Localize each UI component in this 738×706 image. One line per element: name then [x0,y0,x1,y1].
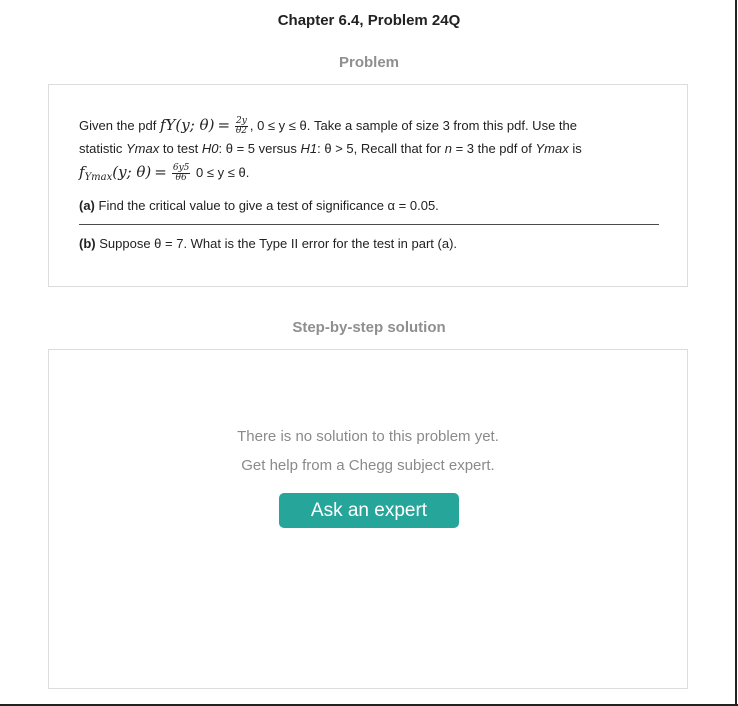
problem-intro-text: Given the pdf [79,118,157,133]
problem-line3-rest: 0 ≤ y ≤ θ. [196,165,250,180]
problem-line1-rest: 0 ≤ y ≤ θ. Take a sample of size 3 from … [257,118,577,133]
pdf-lhs: fY(y; θ) [159,116,215,134]
part-a: (a) Find the critical value to give a te… [79,198,439,213]
equals-sign-2: = [154,163,167,181]
part-b-label: (b) [79,236,96,251]
solution-card: There is no solution to this problem yet… [48,349,688,689]
solution-heading: Step-by-step solution [292,319,446,336]
text-h1-condition: : θ > 5, Recall that for [317,141,442,156]
problem-heading: Problem [338,54,399,71]
ymax-pdf-subscript: Ymax [84,172,113,183]
var-n: n [444,141,452,156]
part-divider [79,224,659,225]
pdf-denominator: θ2 [235,126,248,137]
ymax-pdf-lhs: fYmax(y; θ) [79,163,152,183]
problem-card: Given the pdf fY(y; θ) = 2y θ2, 0 ≤ y ≤ θ. … [48,84,688,287]
problem-line-1: Given the pdf fY(y; θ) = 2y θ2, 0 ≤ y ≤ θ. … [79,116,577,137]
part-b-text: Suppose θ = 7. What is the Type II error… [99,236,458,251]
text-is: is [572,141,582,156]
part-a-text: Find the critical value to give a test o… [98,198,439,213]
text-n-equals: = 3 the pdf of [455,141,532,156]
part-b: (b) Suppose θ = 7. What is the Type II e… [79,236,457,251]
ymax-pdf-denominator: θ6 [175,173,187,184]
ymax-pdf-args: (y; θ) [112,163,152,181]
equals-sign: = [217,116,231,134]
window-border-right [735,0,737,706]
no-solution-message: There is no solution to this problem yet… [237,428,499,445]
var-ymax: Ymax [125,141,160,156]
part-a-label: (a) [79,198,95,213]
chapter-title: Chapter 6.4, Problem 24Q [277,12,461,29]
text-h0-condition: : θ = 5 versus [218,141,297,156]
ask-expert-button[interactable]: Ask an expert [279,493,459,528]
var-ymax-2: Ymax [535,141,569,156]
text-to-test: to test [162,141,199,156]
problem-line-2: statistic Ymax to test H0: θ = 5 versus … [79,141,582,156]
pdf-fraction: 2y θ2 [235,117,248,136]
text-statistic: statistic [79,141,123,156]
problem-line-3: fYmax(y; θ) = 6y5 θ6 0 ≤ y ≤ θ. [79,163,249,183]
ymax-pdf-fraction: 6y5 θ6 [171,164,191,184]
var-h0: H0 [201,141,219,156]
var-h1: H1 [300,141,318,156]
expert-help-message: Get help from a Chegg subject expert. [241,457,495,474]
